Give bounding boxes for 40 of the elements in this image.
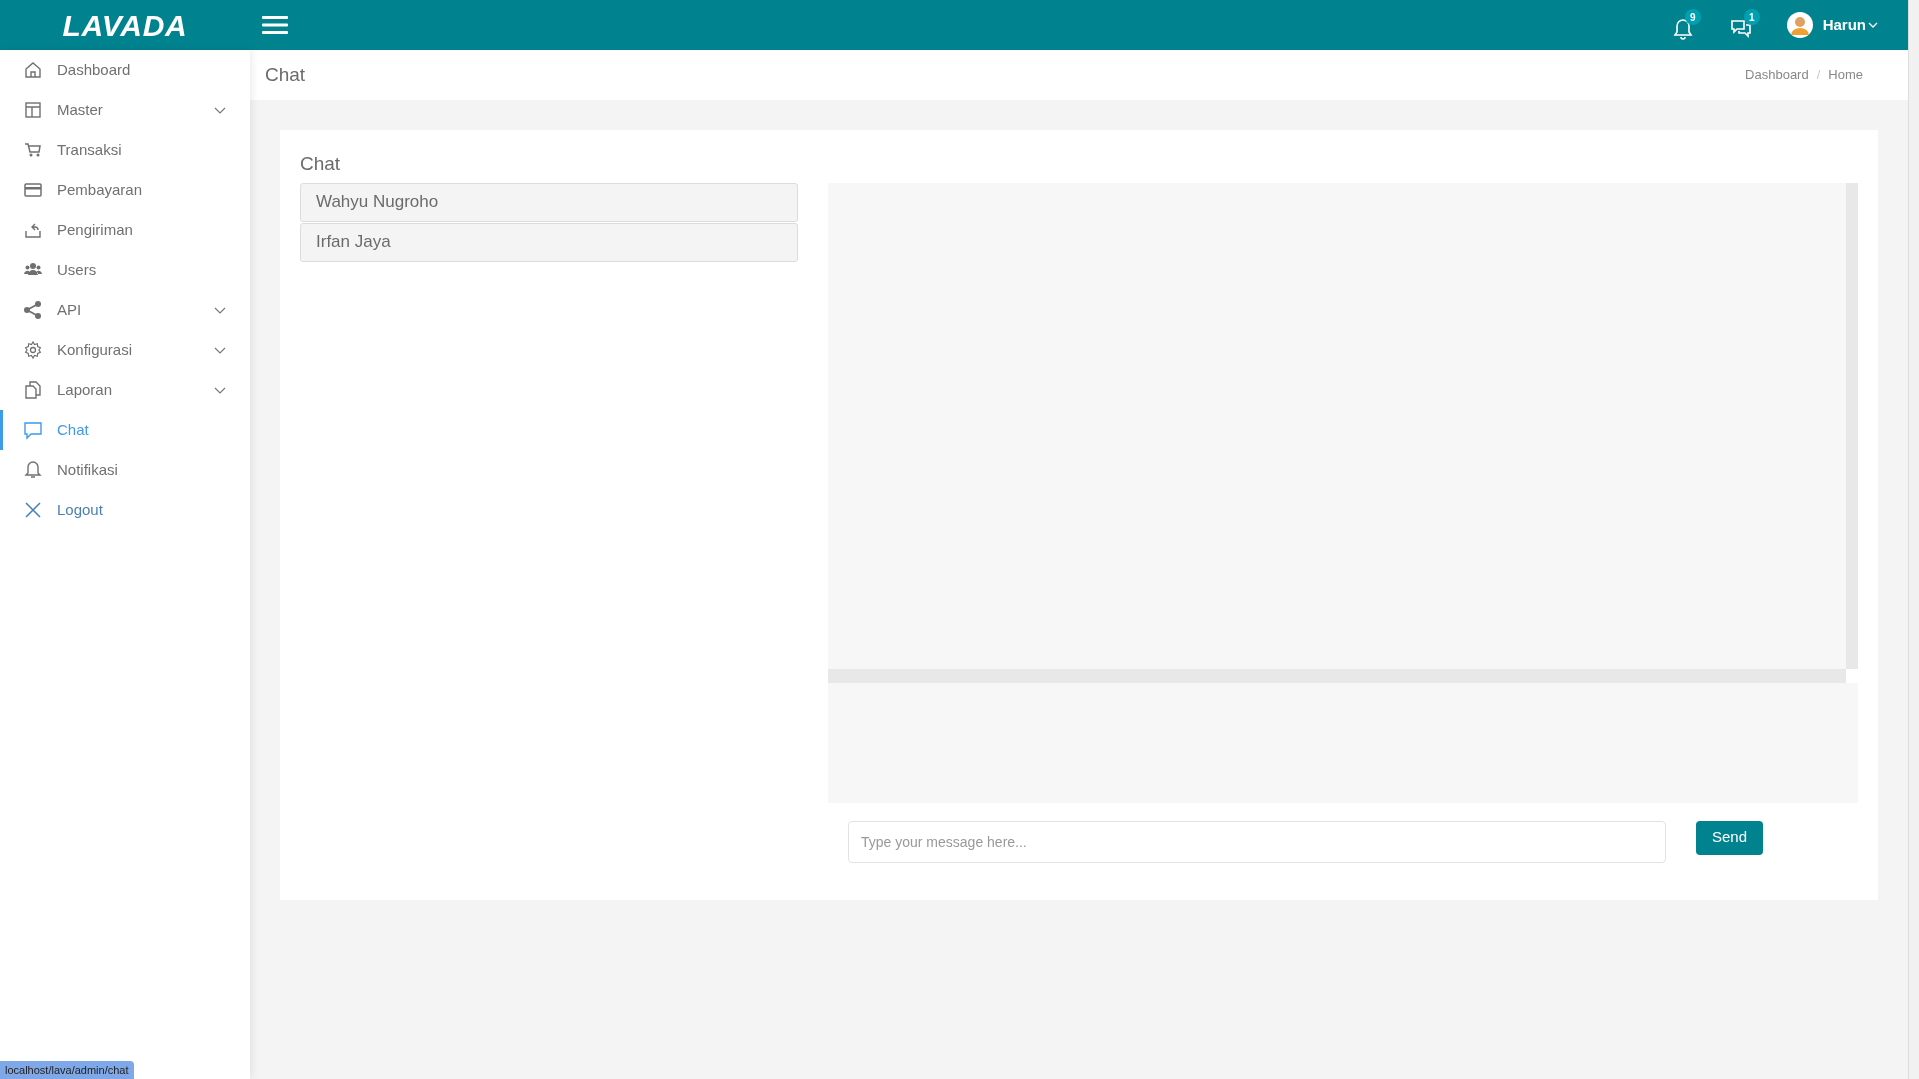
card-title: Chat [300,152,342,176]
sidebar-item[interactable]: Pengiriman [0,210,250,250]
avatar-icon [1786,12,1813,38]
breadcrumb-link[interactable]: Dashboard [1745,65,1809,85]
close-icon [23,500,43,520]
credit-card-icon [23,180,43,200]
home-icon [23,60,43,80]
layout-icon [23,100,43,120]
chevron-down-icon [1868,22,1878,28]
sidebar-item[interactable]: API [0,290,250,330]
sidebar-item[interactable]: Konfigurasi [0,330,250,370]
notification-count-badge: 9 [1684,9,1701,25]
sidebar-item[interactable]: Pembayaran [0,170,250,210]
send-button[interactable]: Send [1696,820,1764,855]
documents-icon [23,380,43,400]
sidebar-item[interactable]: Notifikasi [0,450,250,490]
chat-icon [23,420,43,440]
sidebar-item[interactable]: Chat [0,410,250,450]
notification-button[interactable]: 9 [1670,7,1703,43]
sidebar-item[interactable]: Logout [0,490,250,530]
messages-button[interactable]: 1 [1728,7,1761,43]
breadcrumb-separator: / [1816,66,1821,85]
contact-item[interactable]: Irfan Jaya [300,222,798,262]
user-menu[interactable]: Harun [1786,12,1878,38]
menu-icon[interactable] [262,14,288,36]
chat-bubbles-icon [1729,19,1752,39]
sidebar-item[interactable]: Dashboard [0,50,250,90]
sidebar-item[interactable]: Laporan [0,370,250,410]
settings-icon [23,340,43,360]
logo[interactable]: LAVADA [62,2,188,48]
sidebar-item[interactable]: Transaksi [0,130,250,170]
message-count-badge: 1 [1743,9,1760,25]
sidebar-item[interactable]: Master [0,90,250,130]
message-input[interactable]: Type your message here... [848,820,1666,863]
breadcrumb-link[interactable]: Home [1828,65,1863,85]
page-title: Chat [265,62,306,87]
contact-item[interactable]: Wahyu Nugroho [300,182,798,222]
share-icon [23,300,43,320]
bell-icon [23,460,43,480]
sidebar-item[interactable]: Users [0,250,250,290]
